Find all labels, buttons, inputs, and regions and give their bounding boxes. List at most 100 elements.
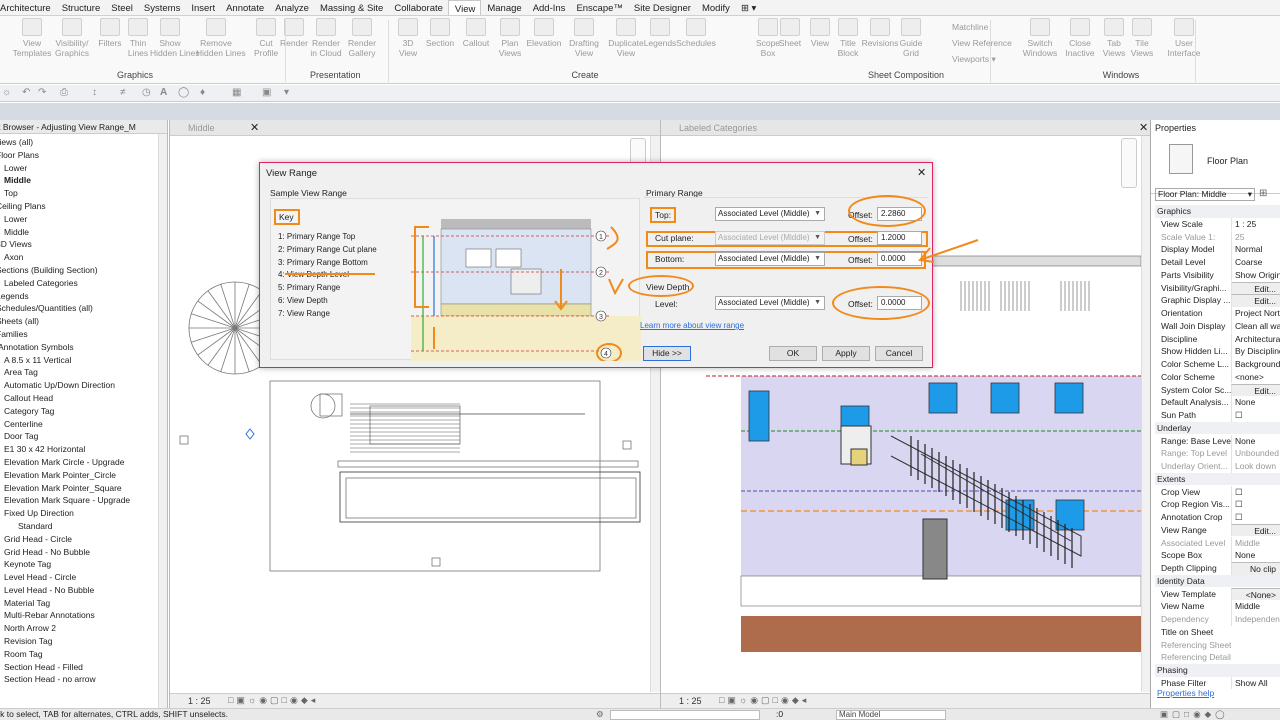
menu-tab[interactable]: Analyze xyxy=(269,0,314,15)
close-icon[interactable]: ✕ xyxy=(250,121,259,134)
view-scale[interactable]: 1 : 25 xyxy=(188,696,211,706)
browser-item[interactable]: Revision Tag xyxy=(0,635,167,648)
browser-item[interactable]: 3D Views xyxy=(0,238,167,251)
property-edit-button[interactable]: <None> xyxy=(1231,587,1280,601)
property-group-header[interactable]: Extents xyxy=(1155,472,1280,486)
menu-tab[interactable]: Manage xyxy=(481,0,526,15)
property-row[interactable]: Parts Visibility Show Original xyxy=(1155,268,1280,282)
browser-item[interactable]: Lower xyxy=(0,162,167,175)
undo-icon[interactable]: ↶ xyxy=(22,87,30,98)
property-row[interactable]: Detail Level Coarse xyxy=(1155,256,1280,269)
ribbon-button[interactable]: User Interface xyxy=(1164,18,1204,58)
property-row[interactable]: System Color Sc... Edit... xyxy=(1155,383,1280,397)
qat-dropdown-icon[interactable]: ▾ xyxy=(284,87,289,98)
browser-item[interactable]: Middle xyxy=(0,174,167,187)
dimension-icon[interactable]: ≠ xyxy=(120,87,126,98)
menu-tab[interactable]: Architecture xyxy=(0,0,56,15)
property-row[interactable]: Wall Join Display Clean all wall xyxy=(1155,319,1280,333)
browser-item[interactable]: Floor Plans xyxy=(0,149,167,162)
browser-item[interactable]: Middle xyxy=(0,226,167,239)
browser-item[interactable]: Keynote Tag xyxy=(0,558,167,571)
browser-item[interactable]: E1 30 x 42 Horizontal xyxy=(0,443,167,456)
ribbon-button[interactable]: Render in Cloud xyxy=(306,18,346,58)
browser-item[interactable]: Legends xyxy=(0,290,167,303)
workset-dropdown[interactable] xyxy=(610,710,760,720)
browser-item[interactable]: Area Tag xyxy=(0,366,167,379)
property-edit-button[interactable]: Edit... xyxy=(1231,281,1280,295)
property-row[interactable]: View Scale 1 : 25 xyxy=(1155,217,1280,231)
workset-icon[interactable]: ⚙ xyxy=(596,709,604,720)
browser-item[interactable]: Material Tag xyxy=(0,597,167,610)
browser-item[interactable]: Section Head - no arrow xyxy=(0,673,167,686)
browser-item[interactable]: Labeled Categories xyxy=(0,277,167,290)
menu-tab[interactable]: View xyxy=(447,0,482,15)
property-row[interactable]: Graphic Display ... Edit... xyxy=(1155,294,1280,307)
property-row[interactable]: View Range Edit... xyxy=(1155,523,1280,537)
browser-item[interactable]: Room Tag xyxy=(0,648,167,661)
browser-item[interactable]: Level Head - Circle xyxy=(0,571,167,584)
property-row[interactable]: Crop Region Vis... ☐ xyxy=(1155,498,1280,511)
menu-tab[interactable]: Steel xyxy=(105,0,138,15)
property-row[interactable]: Title on Sheet xyxy=(1155,626,1280,639)
browser-item[interactable]: Elevation Mark Circle - Upgrade xyxy=(0,456,167,469)
browser-item[interactable]: Automatic Up/Down Direction xyxy=(0,379,167,392)
close-hidden-icon[interactable]: ▦ xyxy=(232,87,241,98)
property-row[interactable]: Scope Box None xyxy=(1155,549,1280,562)
menu-tab[interactable]: Site Designer xyxy=(628,0,696,15)
browser-item[interactable]: Schedules/Quantities (all) xyxy=(0,302,167,315)
property-row[interactable]: Display Model Normal xyxy=(1155,243,1280,256)
menu-tab[interactable]: Add-Ins xyxy=(527,0,571,15)
property-row[interactable]: Associated Level Middle xyxy=(1155,536,1280,550)
property-row[interactable]: Discipline Architectural xyxy=(1155,332,1280,346)
measure-icon[interactable]: ↕ xyxy=(92,87,97,98)
browser-item[interactable]: Views (all) xyxy=(0,136,167,149)
cancel-button[interactable]: Cancel xyxy=(875,346,923,361)
switch-windows-icon[interactable]: ▣ xyxy=(262,87,271,98)
ribbon-button[interactable]: Switch Windows xyxy=(1020,18,1060,58)
3d-view-icon[interactable]: ◯ xyxy=(178,87,189,98)
top-level-select[interactable]: Associated Level (Middle) ▼ xyxy=(715,207,825,221)
bottom-level-select[interactable]: Associated Level (Middle) ▼ xyxy=(715,252,825,266)
learn-more-link[interactable]: Learn more about view range xyxy=(640,321,744,330)
view-control-icons[interactable]: □▣☼◉▢□◉◆◂ xyxy=(719,695,809,706)
ribbon-button[interactable]: Section xyxy=(420,18,460,48)
ribbon-button[interactable]: View Templates xyxy=(12,18,52,58)
property-row[interactable]: Color Scheme L... Background xyxy=(1155,358,1280,371)
browser-item[interactable]: Annotation Symbols xyxy=(0,341,167,354)
property-row[interactable]: View Name Middle xyxy=(1155,600,1280,613)
section-icon[interactable]: ♦ xyxy=(200,87,205,98)
browser-item[interactable]: Sections (Building Section) xyxy=(0,264,167,277)
menu-tab[interactable]: Enscape™ xyxy=(570,0,627,15)
hide-button[interactable]: Hide >> xyxy=(643,346,691,361)
ribbon-button[interactable]: Tile Views xyxy=(1122,18,1162,58)
property-edit-button[interactable]: Edit... xyxy=(1231,294,1280,307)
menu-tab[interactable]: Insert xyxy=(185,0,220,15)
ribbon-button[interactable]: Drafting View xyxy=(564,18,604,58)
ribbon-button[interactable]: Remove Hidden Lines xyxy=(196,18,246,58)
print-icon[interactable]: ⎙ xyxy=(60,87,68,98)
property-group-header[interactable]: Identity Data xyxy=(1155,574,1280,588)
ribbon-button[interactable]: Elevation xyxy=(524,18,564,48)
browser-item[interactable]: Sheets (all) xyxy=(0,315,167,328)
design-option-dropdown[interactable]: Main Model xyxy=(836,710,946,720)
selection-filter-icons[interactable]: ▣▢□◉◆◯ xyxy=(1160,709,1229,720)
browser-item[interactable]: Category Tag xyxy=(0,405,167,418)
property-edit-button[interactable]: Edit... xyxy=(1231,523,1280,537)
redo-icon[interactable]: ↷ xyxy=(38,87,46,98)
ok-button[interactable]: OK xyxy=(769,346,817,361)
property-row[interactable]: Show Hidden Li... By Discipline xyxy=(1155,345,1280,358)
text-icon[interactable]: A xyxy=(160,87,167,98)
browser-item[interactable]: Door Tag xyxy=(0,430,167,443)
menu-tab[interactable]: Structure xyxy=(56,0,106,15)
ribbon-small-button[interactable]: View Reference xyxy=(952,38,1012,48)
browser-scrollbar[interactable] xyxy=(158,134,167,708)
ribbon-button[interactable]: Visibility/ Graphics xyxy=(52,18,92,58)
instance-selector[interactable]: Floor Plan: Middle ▾ xyxy=(1155,188,1255,201)
ribbon-button[interactable]: Show Hidden Lines xyxy=(150,18,200,58)
browser-item[interactable]: Families xyxy=(0,328,167,341)
browser-item[interactable]: Axon xyxy=(0,251,167,264)
property-row[interactable]: Referencing Sheet xyxy=(1155,639,1280,652)
property-row[interactable]: Dependency Independent xyxy=(1155,613,1280,626)
menu-tab[interactable]: Massing & Site xyxy=(314,0,388,15)
menu-tab[interactable]: Collaborate xyxy=(388,0,448,15)
